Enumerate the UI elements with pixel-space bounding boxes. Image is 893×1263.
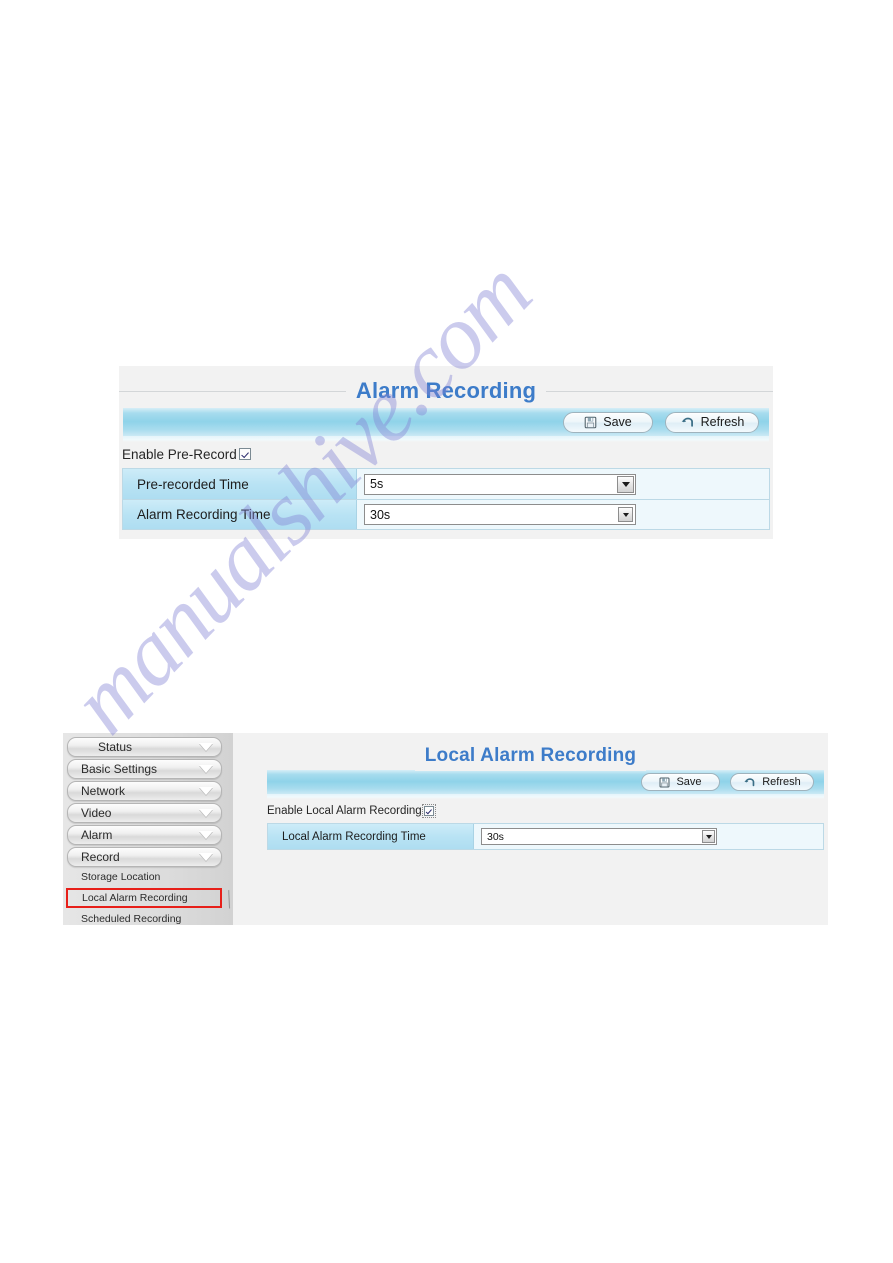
table-row: Local Alarm Recording Time 30s [267,823,824,850]
sidebar-subitem-scheduled-recording[interactable]: Scheduled Recording [81,911,226,927]
chevron-down-icon [199,809,213,817]
row-field: 5s [357,469,769,499]
toolbar-underline [123,436,769,442]
sidebar-item-label: Network [81,784,126,798]
chevron-down-icon [199,765,213,773]
local-alarm-recording-time-value: 30s [487,830,504,843]
sidebar-item-label: Basic Settings [81,762,158,776]
save-button-label: Save [676,776,702,788]
sidebar-item-label: Status [98,740,133,754]
pre-recorded-time-label: Pre-recorded Time [137,476,249,492]
enable-pre-record-checkbox[interactable] [238,448,251,460]
chevron-down-icon [199,743,213,751]
save-button[interactable]: Save [563,411,653,433]
alarm-recording-time-value: 30s [370,507,391,522]
sidebar-subitem-storage-location[interactable]: Storage Location [81,869,221,885]
chevron-down-icon[interactable] [618,507,633,522]
page-title: Local Alarm Recording [414,741,647,771]
alarm-recording-panel: Alarm Recording Save Refresh Enable Pre-… [119,366,773,539]
refresh-button[interactable]: Refresh [730,773,814,791]
sidebar-subitem-label: Scheduled Recording [81,913,182,925]
pre-recorded-time-value: 5s [370,477,384,491]
chevron-down-icon [199,831,213,839]
chevron-down-icon[interactable] [617,475,634,493]
floppy-disk-icon [584,416,597,429]
sidebar: Status Basic Settings Network Video Alar… [63,733,237,927]
refresh-button-label: Refresh [700,415,745,429]
row-label: Alarm Recording Time [123,500,357,529]
alarm-recording-toolbar: Save Refresh [123,408,769,436]
local-alarm-recording-time-select[interactable]: 30s [481,828,717,845]
local-alarm-recording-title-row: Local Alarm Recording [233,741,828,771]
row-field: 30s [474,824,823,849]
local-alarm-recording-toolbar: Save Refresh [267,770,824,794]
chevron-down-icon [199,787,213,795]
refresh-button[interactable]: Refresh [665,411,759,433]
alarm-recording-settings-table: Pre-recorded Time 5s Alarm Recording Tim… [122,468,770,530]
table-row: Pre-recorded Time 5s [122,468,770,499]
sidebar-item-network[interactable]: Network [67,781,222,801]
local-alarm-recording-settings-table: Local Alarm Recording Time 30s [267,823,824,850]
sidebar-item-label: Video [81,806,112,820]
chevron-down-icon [199,853,213,861]
floppy-disk-icon [659,777,670,788]
page-title: Alarm Recording [345,374,547,408]
enable-pre-record-label: Enable Pre-Record [122,446,237,462]
sidebar-subitem-label: Local Alarm Recording [82,892,188,904]
refresh-button-label: Refresh [762,776,801,788]
save-button[interactable]: Save [641,773,720,791]
sidebar-subitem-local-alarm-recording[interactable]: Local Alarm Recording [66,888,222,908]
row-label: Pre-recorded Time [123,469,357,499]
row-label: Local Alarm Recording Time [268,824,474,849]
local-alarm-recording-time-label: Local Alarm Recording Time [282,830,426,843]
sidebar-item-label: Record [81,850,120,864]
refresh-arrow-icon [680,416,695,429]
pre-recorded-time-select[interactable]: 5s [364,473,636,495]
enable-local-alarm-recording-label: Enable Local Alarm Recording [267,805,422,817]
table-row: Alarm Recording Time 30s [122,499,770,530]
sidebar-item-video[interactable]: Video [67,803,222,823]
sidebar-item-record[interactable]: Record [67,847,222,867]
refresh-arrow-icon [743,777,756,788]
chevron-down-icon[interactable] [702,830,715,843]
sidebar-item-basic-settings[interactable]: Basic Settings [67,759,222,779]
local-alarm-recording-panel: Local Alarm Recording Save Refresh Enabl… [233,733,828,925]
toolbar-underline [267,794,824,799]
sidebar-item-alarm[interactable]: Alarm [67,825,222,845]
sidebar-item-status[interactable]: Status [67,737,222,757]
enable-local-alarm-recording-checkbox[interactable] [421,804,436,818]
enable-local-alarm-recording-row[interactable]: Enable Local Alarm Recording [267,803,436,819]
alarm-recording-title-row: Alarm Recording [119,374,773,408]
sidebar-item-label: Alarm [81,828,113,842]
sidebar-subitem-label: Storage Location [81,871,161,883]
save-button-label: Save [603,415,632,429]
row-field: 30s [357,500,769,529]
enable-pre-record-row[interactable]: Enable Pre-Record [122,445,251,463]
alarm-recording-time-label: Alarm Recording Time [137,507,271,522]
alarm-recording-time-select[interactable]: 30s [364,504,636,525]
